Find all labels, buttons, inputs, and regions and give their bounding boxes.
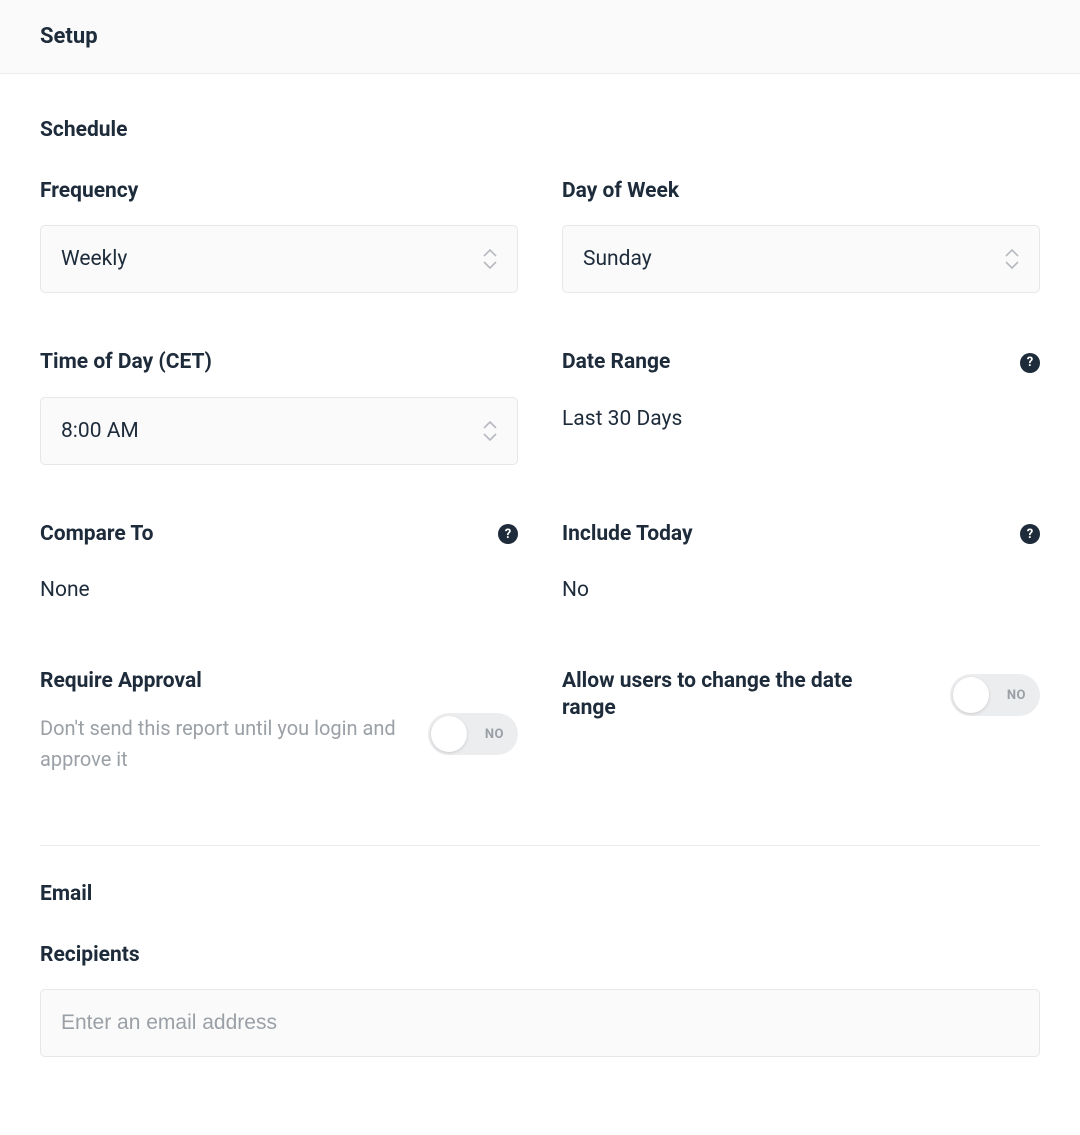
chevron-down-icon [483, 261, 497, 269]
page-title: Setup [40, 24, 1040, 49]
stepper-icon [1005, 249, 1019, 269]
chevron-up-icon [1005, 249, 1019, 257]
require-approval-toggle[interactable]: NO [428, 713, 518, 755]
help-icon[interactable]: ? [1020, 524, 1040, 544]
section-divider [40, 845, 1040, 846]
day-of-week-value: Sunday [583, 247, 652, 271]
date-range-label: Date Range [562, 349, 670, 376]
toggle-state-label: NO [1007, 688, 1026, 703]
frequency-select[interactable]: Weekly [40, 225, 518, 293]
include-today-field: Include Today ? No [562, 521, 1040, 612]
content-area: Schedule Frequency Weekly Day of Week Su… [0, 118, 1080, 1097]
include-today-value: No [562, 568, 1040, 612]
page-header: Setup [0, 0, 1080, 74]
toggle-state-label: NO [485, 727, 504, 742]
time-of-day-label: Time of Day (CET) [40, 349, 212, 376]
stepper-icon [483, 421, 497, 441]
date-range-value: Last 30 Days [562, 397, 1040, 441]
help-icon[interactable]: ? [498, 524, 518, 544]
require-approval-label: Require Approval [40, 668, 518, 695]
chevron-up-icon [483, 249, 497, 257]
time-of-day-select[interactable]: 8:00 AM [40, 397, 518, 465]
date-range-field: Date Range ? Last 30 Days [562, 349, 1040, 464]
chevron-down-icon [1005, 261, 1019, 269]
frequency-field: Frequency Weekly [40, 178, 518, 293]
require-approval-description: Don't send this report until you login a… [40, 713, 408, 775]
schedule-grid: Frequency Weekly Day of Week Sunday [40, 178, 1040, 775]
time-of-day-value: 8:00 AM [61, 419, 139, 443]
day-of-week-select[interactable]: Sunday [562, 225, 1040, 293]
frequency-value: Weekly [61, 247, 127, 271]
schedule-heading: Schedule [40, 118, 1040, 142]
chevron-up-icon [483, 421, 497, 429]
email-heading: Email [40, 882, 1040, 906]
allow-change-date-range-toggle[interactable]: NO [950, 674, 1040, 716]
help-icon[interactable]: ? [1020, 353, 1040, 373]
day-of-week-label: Day of Week [562, 178, 679, 205]
toggle-knob [953, 677, 989, 713]
compare-to-label: Compare To [40, 521, 153, 548]
compare-to-field: Compare To ? None [40, 521, 518, 612]
compare-to-value: None [40, 568, 518, 612]
require-approval-field: Require Approval Don't send this report … [40, 668, 518, 775]
recipients-label: Recipients [40, 942, 140, 969]
time-of-day-field: Time of Day (CET) 8:00 AM [40, 349, 518, 464]
chevron-down-icon [483, 433, 497, 441]
stepper-icon [483, 249, 497, 269]
allow-change-date-range-field: Allow users to change the date range NO [562, 668, 1040, 775]
allow-change-date-range-label: Allow users to change the date range [562, 668, 902, 723]
include-today-label: Include Today [562, 521, 693, 548]
toggle-knob [431, 716, 467, 752]
recipients-field: Recipients [40, 942, 1040, 1057]
recipients-input[interactable] [40, 989, 1040, 1057]
day-of-week-field: Day of Week Sunday [562, 178, 1040, 293]
frequency-label: Frequency [40, 178, 138, 205]
